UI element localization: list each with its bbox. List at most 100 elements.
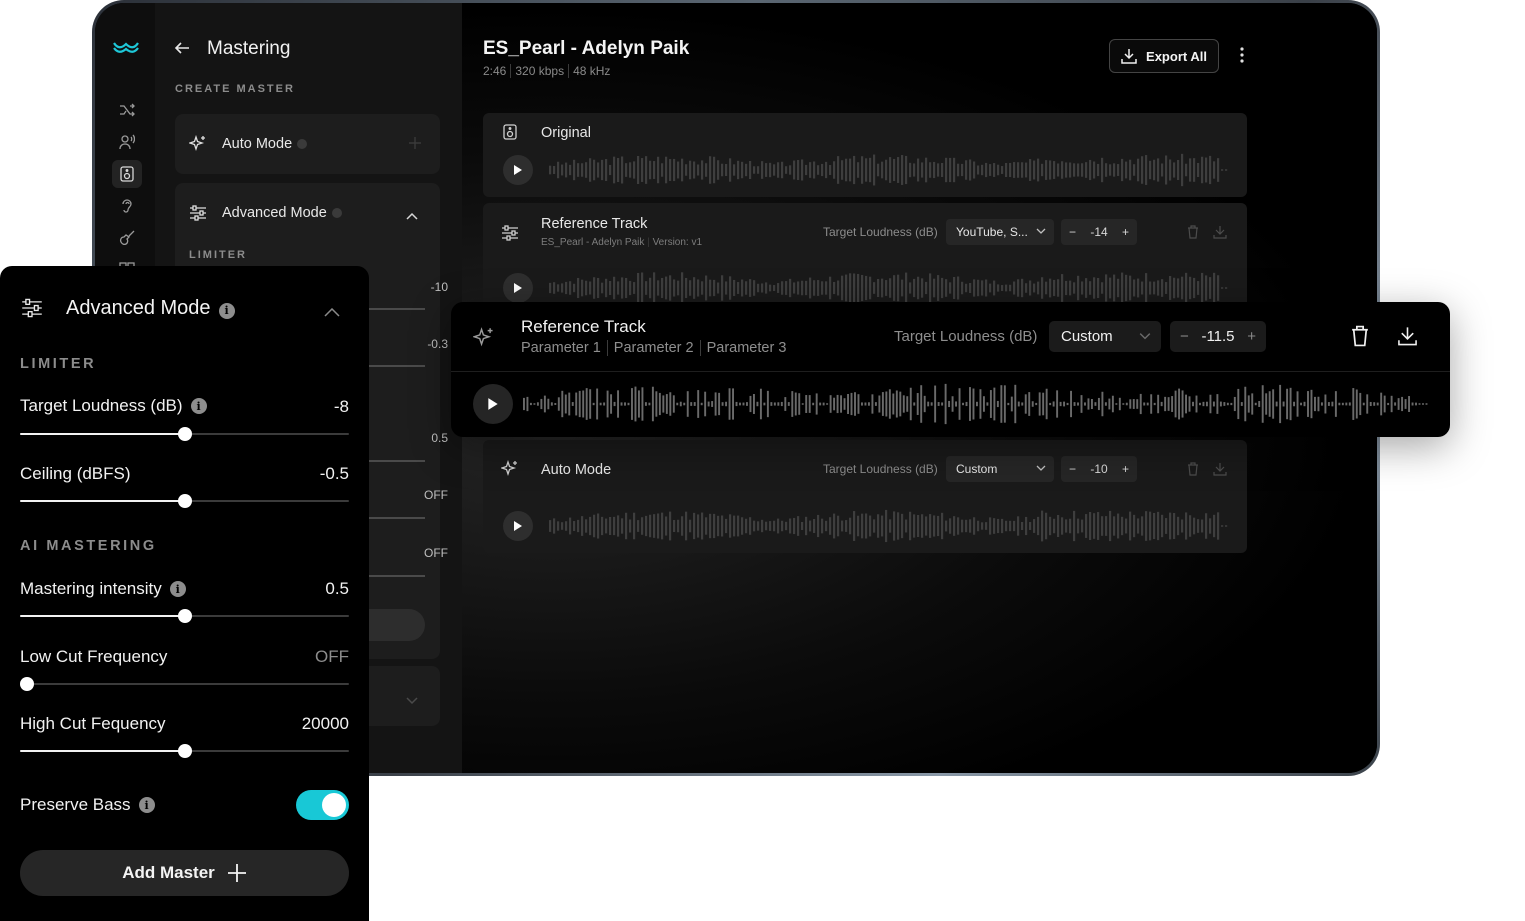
waveform-bar (1045, 281, 1048, 295)
slider-knob[interactable] (177, 494, 192, 508)
waveform-bar (1225, 169, 1228, 171)
slider-knob[interactable] (177, 744, 192, 758)
download-icon[interactable] (1213, 462, 1227, 476)
waveform[interactable] (549, 509, 1229, 543)
minus-icon[interactable]: − (1180, 328, 1189, 345)
waveform-bar (676, 402, 679, 406)
waveform-bar (1025, 516, 1028, 536)
waveform-bar (1258, 401, 1261, 407)
ceiling-slider[interactable] (20, 494, 349, 508)
waveform-bar (773, 402, 776, 406)
waveform[interactable] (549, 153, 1229, 187)
plus-icon[interactable]: + (1122, 225, 1129, 239)
plus-icon[interactable]: + (1122, 462, 1129, 476)
trash-icon[interactable] (1187, 225, 1199, 239)
waveform-bar (1125, 274, 1128, 302)
waveform-bar (1197, 281, 1200, 295)
waveform-bar (909, 162, 912, 178)
voice-icon[interactable] (112, 128, 142, 156)
waveform-bar (1279, 384, 1282, 424)
waveform-bar (1369, 401, 1372, 407)
track-name: Original (541, 125, 591, 141)
play-button[interactable] (503, 155, 533, 185)
guitar-icon[interactable] (112, 224, 142, 252)
chevron-up-icon[interactable] (406, 207, 418, 225)
chevron-up-icon[interactable] (324, 304, 340, 322)
waveform-bar (1157, 280, 1160, 296)
waveform[interactable] (523, 382, 1429, 426)
waveform-bar (753, 280, 756, 296)
waveform-bar (1185, 163, 1188, 177)
plus-icon[interactable]: + (1247, 328, 1256, 345)
info-icon[interactable]: i (190, 398, 207, 414)
waveform-bar (873, 519, 876, 533)
export-all-button[interactable]: Export All (1109, 39, 1219, 73)
waveform-bar (549, 520, 552, 532)
loudness-stepper[interactable]: − -11.5 + (1170, 321, 1266, 352)
waveform-bar (617, 157, 620, 183)
plus-icon[interactable] (408, 136, 422, 155)
waveform-bar (906, 396, 909, 412)
auto-mode-card[interactable]: Auto Mode (175, 114, 440, 174)
waveform-bar (902, 395, 905, 413)
waveform-bar (597, 513, 600, 539)
target-loudness-slider[interactable] (20, 427, 349, 441)
waveform-bar (833, 397, 836, 411)
loudness-preset-select[interactable]: YouTube, S... (946, 219, 1054, 245)
waveform-bar (709, 156, 712, 184)
download-icon[interactable] (1397, 326, 1418, 346)
slider-knob[interactable] (177, 609, 192, 623)
high-cut-slider[interactable] (20, 744, 349, 758)
loudness-preset-select[interactable]: Custom (1049, 321, 1161, 352)
more-options-icon[interactable] (1240, 47, 1244, 68)
waveform-bar (813, 518, 816, 534)
waveform-bar (725, 518, 728, 534)
slider-knob[interactable] (20, 677, 34, 691)
play-button[interactable] (503, 511, 533, 541)
loudness-stepper[interactable]: − -10 + (1061, 456, 1137, 482)
loudness-stepper[interactable]: − -14 + (1061, 219, 1137, 245)
waveform-bar (826, 403, 829, 405)
low-cut-value: OFF (315, 647, 349, 666)
waveform-bar (1221, 287, 1224, 289)
waveform-bar (1217, 275, 1220, 301)
add-master-button[interactable]: Add Master (20, 850, 349, 896)
waveform-bar (1077, 275, 1080, 301)
preserve-bass-toggle[interactable] (296, 790, 349, 820)
minus-icon[interactable]: − (1069, 462, 1076, 476)
waveform-bar (573, 159, 576, 181)
ear-icon[interactable] (112, 192, 142, 220)
waveform-bar (609, 280, 612, 296)
waveform[interactable] (549, 271, 1229, 305)
waveform-bar (737, 282, 740, 294)
download-icon[interactable] (1213, 225, 1227, 239)
info-icon[interactable]: i (218, 302, 235, 319)
loudness-preset-select[interactable]: Custom (946, 456, 1054, 482)
waveform-bar (1101, 157, 1104, 183)
back-arrow-icon[interactable] (173, 39, 191, 62)
waveform-bar (1028, 392, 1031, 416)
chevron-down-icon[interactable] (406, 692, 418, 710)
bg-add-master-button[interactable] (369, 609, 425, 641)
waveform-bar (1121, 272, 1124, 304)
play-button[interactable] (473, 384, 513, 424)
waveform-bar (1021, 278, 1024, 298)
play-button[interactable] (503, 273, 533, 303)
info-icon[interactable]: i (169, 581, 186, 597)
waveform-bar (1065, 162, 1068, 178)
trash-icon[interactable] (1350, 325, 1370, 347)
trash-icon[interactable] (1187, 462, 1199, 476)
waveform-bar (893, 275, 896, 301)
waveform-bar (837, 515, 840, 537)
waveform-bar (721, 275, 724, 301)
mastering-intensity-slider[interactable] (20, 609, 349, 623)
speaker-icon[interactable] (112, 160, 142, 188)
shuffle-icon[interactable] (112, 96, 142, 124)
info-icon[interactable]: i (138, 797, 155, 813)
waveform-bar (1125, 518, 1128, 534)
waveform-bar (993, 280, 996, 296)
low-cut-slider[interactable] (20, 677, 349, 691)
minus-icon[interactable]: − (1069, 225, 1076, 239)
waveform-bar (1109, 277, 1112, 299)
slider-knob[interactable] (177, 427, 192, 441)
